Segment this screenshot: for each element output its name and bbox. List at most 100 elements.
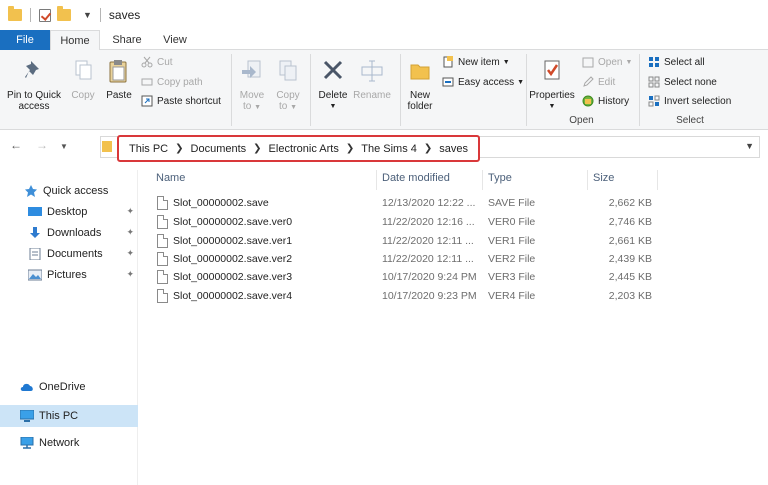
file-date: 12/13/2020 12:22 ... xyxy=(382,197,476,209)
table-row[interactable]: Slot_00000002.save.ver0 11/22/2020 12:16… xyxy=(147,213,667,232)
nav-quick-access-label: Quick access xyxy=(43,185,109,197)
copy-to-icon xyxy=(279,60,297,81)
chevron-down-icon: ▼ xyxy=(290,104,298,111)
column-divider[interactable] xyxy=(587,170,588,190)
chevron-down-icon: ▼ xyxy=(548,103,556,110)
forward-arrow-icon[interactable]: → xyxy=(36,138,48,152)
new-folder-quick-icon[interactable] xyxy=(57,6,71,21)
nav-network-label: Network xyxy=(39,437,80,449)
file-date: 11/22/2020 12:11 ... xyxy=(382,235,474,247)
nav-this-pc[interactable]: This PC xyxy=(0,405,138,427)
copy-to-button[interactable]: Copy to ▼ xyxy=(272,58,304,113)
edit-button[interactable]: Edit xyxy=(582,73,615,91)
history-button[interactable]: History xyxy=(582,92,629,110)
invert-selection-icon xyxy=(648,95,660,107)
table-row[interactable]: Slot_00000002.save.ver1 11/22/2020 12:11… xyxy=(147,232,667,251)
tab-home[interactable]: Home xyxy=(50,30,100,51)
pin-icon[interactable]: ✦ xyxy=(126,227,134,238)
select-all-label: Select all xyxy=(664,56,705,68)
file-size: 2,746 KB xyxy=(608,216,652,228)
copy-button[interactable]: Copy xyxy=(66,58,100,101)
properties-button[interactable]: Properties ▼ xyxy=(529,58,575,112)
column-name-header[interactable]: Name xyxy=(156,172,185,184)
copy-path-button[interactable]: Copy path xyxy=(141,73,203,91)
easy-access-button[interactable]: Easy access ▼ xyxy=(442,73,524,91)
file-type: VER4 File xyxy=(488,290,536,302)
tab-file[interactable]: File xyxy=(0,30,50,50)
pin-to-quick-access-button[interactable]: Pin to Quick access xyxy=(4,58,64,112)
breadcrumb-documents[interactable]: Documents xyxy=(191,143,247,155)
customize-toolbar-dropdown[interactable]: ▼ xyxy=(83,10,92,20)
address-history-chevron-icon[interactable]: ▼ xyxy=(745,141,754,151)
breadcrumb-electronic-arts[interactable]: Electronic Arts xyxy=(269,143,339,155)
file-list-header: Name Date modified Type Size xyxy=(147,170,667,190)
column-date-header[interactable]: Date modified xyxy=(382,172,450,184)
download-arrow-icon xyxy=(30,227,40,238)
breadcrumb-saves[interactable]: saves xyxy=(439,143,468,155)
chevron-right-icon[interactable]: ❯ xyxy=(424,143,432,154)
chevron-right-icon[interactable]: ❯ xyxy=(346,143,354,154)
delete-button[interactable]: Delete ▼ xyxy=(315,58,351,112)
column-size-header[interactable]: Size xyxy=(593,172,614,184)
column-type-header[interactable]: Type xyxy=(488,172,512,184)
ribbon-group-divider xyxy=(400,54,401,126)
column-divider[interactable] xyxy=(657,170,658,190)
paste-shortcut-icon xyxy=(141,95,153,107)
tab-share[interactable]: Share xyxy=(102,30,152,50)
nav-onedrive[interactable]: OneDrive xyxy=(0,376,138,398)
move-to-button[interactable]: Move to ▼ xyxy=(236,58,268,113)
recent-locations-chevron-icon[interactable]: ▼ xyxy=(60,142,68,151)
column-divider[interactable] xyxy=(482,170,483,190)
file-icon xyxy=(157,270,168,284)
cut-label: Cut xyxy=(157,56,173,68)
new-folder-label-line2: folder xyxy=(407,101,433,112)
back-arrow-icon[interactable]: ← xyxy=(10,138,22,152)
new-item-button[interactable]: New item ▼ xyxy=(442,53,510,71)
select-none-label: Select none xyxy=(664,76,717,88)
delete-label: Delete xyxy=(318,90,348,101)
breadcrumb-this-pc[interactable]: This PC xyxy=(129,143,168,155)
properties-check-icon[interactable] xyxy=(39,8,51,22)
breadcrumb-the-sims-4[interactable]: The Sims 4 xyxy=(361,143,417,155)
table-row[interactable]: Slot_00000002.save.ver4 10/17/2020 9:23 … xyxy=(147,287,667,306)
nav-item-desktop[interactable]: Desktop ✦ xyxy=(0,201,138,223)
table-row[interactable]: Slot_00000002.save.ver2 11/22/2020 12:11… xyxy=(147,250,667,269)
select-none-button[interactable]: Select none xyxy=(648,73,717,91)
chevron-down-icon: ▼ xyxy=(502,58,510,66)
new-folder-button[interactable]: New folder xyxy=(403,58,437,112)
nav-network[interactable]: Network xyxy=(0,432,138,454)
copy-icon xyxy=(75,60,92,80)
nav-item-pictures[interactable]: Pictures ✦ xyxy=(0,264,138,286)
table-row[interactable]: Slot_00000002.save 12/13/2020 12:22 ... … xyxy=(147,194,667,213)
breadcrumb[interactable]: This PC ❯ Documents ❯ Electronic Arts ❯ … xyxy=(117,135,481,162)
move-to-icon xyxy=(242,60,261,78)
nav-item-label: Documents xyxy=(47,248,103,260)
select-all-icon xyxy=(649,57,659,67)
nav-item-documents[interactable]: Documents ✦ xyxy=(0,243,138,265)
nav-item-downloads[interactable]: Downloads ✦ xyxy=(0,222,138,244)
invert-selection-button[interactable]: Invert selection xyxy=(648,92,731,110)
select-all-button[interactable]: Select all xyxy=(648,53,705,71)
table-row[interactable]: Slot_00000002.save.ver3 10/17/2020 9:24 … xyxy=(147,268,667,287)
file-date: 11/22/2020 12:16 ... xyxy=(382,216,475,228)
column-divider[interactable] xyxy=(376,170,377,190)
open-button[interactable]: Open ▼ xyxy=(582,53,632,71)
pin-label-line1: Pin to Quick xyxy=(7,90,61,101)
nav-onedrive-label: OneDrive xyxy=(39,381,86,393)
pin-icon[interactable]: ✦ xyxy=(126,206,134,217)
tab-view[interactable]: View xyxy=(150,30,200,50)
rename-button[interactable]: Rename xyxy=(352,58,392,101)
chevron-right-icon[interactable]: ❯ xyxy=(253,143,261,154)
paste-shortcut-button[interactable]: Paste shortcut xyxy=(141,92,221,110)
pin-icon[interactable]: ✦ xyxy=(126,248,134,259)
select-group-label: Select xyxy=(676,115,704,126)
ribbon: Pin to Quick access Copy Paste Cut Copy … xyxy=(0,50,768,130)
chevron-right-icon[interactable]: ❯ xyxy=(175,143,183,154)
paste-button[interactable]: Paste xyxy=(102,58,136,101)
star-icon xyxy=(25,185,37,197)
pin-icon[interactable]: ✦ xyxy=(126,269,134,280)
properties-icon xyxy=(544,60,560,80)
cut-button[interactable]: Cut xyxy=(141,53,173,71)
nav-quick-access[interactable]: Quick access xyxy=(0,180,138,202)
toolbar-divider xyxy=(30,8,31,22)
